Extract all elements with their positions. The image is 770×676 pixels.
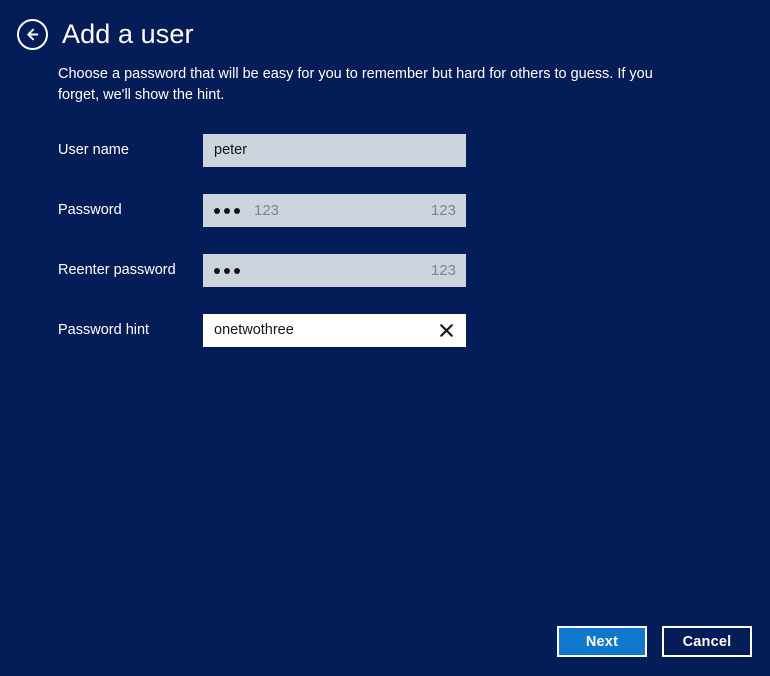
reenter-password-ghost-text-right: 123	[430, 262, 456, 279]
password-label: Password	[58, 202, 122, 219]
reenter-password-mask-dots	[214, 267, 240, 274]
mask-dot	[224, 207, 230, 214]
mask-dot	[234, 267, 240, 274]
clear-x-icon[interactable]	[436, 321, 456, 341]
dialog-actions: Next Cancel	[557, 626, 752, 657]
form-row-password-hint: Password hint onetwothree	[0, 314, 770, 347]
password-hint-label: Password hint	[58, 322, 150, 339]
password-ghost-text-right: 123	[430, 202, 456, 219]
mask-dot	[234, 207, 240, 214]
username-label: User name	[58, 142, 129, 159]
mask-dot	[214, 267, 220, 274]
add-user-form: User name peter Password 123 123 Reenter…	[0, 134, 770, 347]
password-hint-input[interactable]: onetwothree	[203, 314, 466, 347]
username-input[interactable]: peter	[203, 134, 466, 167]
password-ghost-text: 123	[254, 202, 280, 219]
cancel-button[interactable]: Cancel	[662, 626, 752, 657]
form-row-password: Password 123 123	[0, 194, 770, 227]
mask-dot	[224, 267, 230, 274]
page-title: Add a user	[62, 19, 194, 49]
form-row-username: User name peter	[0, 134, 770, 167]
reenter-password-label: Reenter password	[58, 262, 176, 279]
page-header: Add a user	[0, 0, 770, 50]
page-description: Choose a password that will be easy for …	[58, 66, 653, 103]
mask-dot	[214, 207, 220, 214]
back-arrow-circle-icon[interactable]	[17, 19, 48, 50]
next-button[interactable]: Next	[557, 626, 647, 657]
password-input[interactable]: 123 123	[203, 194, 466, 227]
password-hint-value: onetwothree	[214, 322, 294, 339]
password-mask-dots	[214, 207, 240, 214]
form-row-reenter-password: Reenter password 123	[0, 254, 770, 287]
username-value: peter	[214, 142, 248, 159]
reenter-password-input[interactable]: 123	[203, 254, 466, 287]
